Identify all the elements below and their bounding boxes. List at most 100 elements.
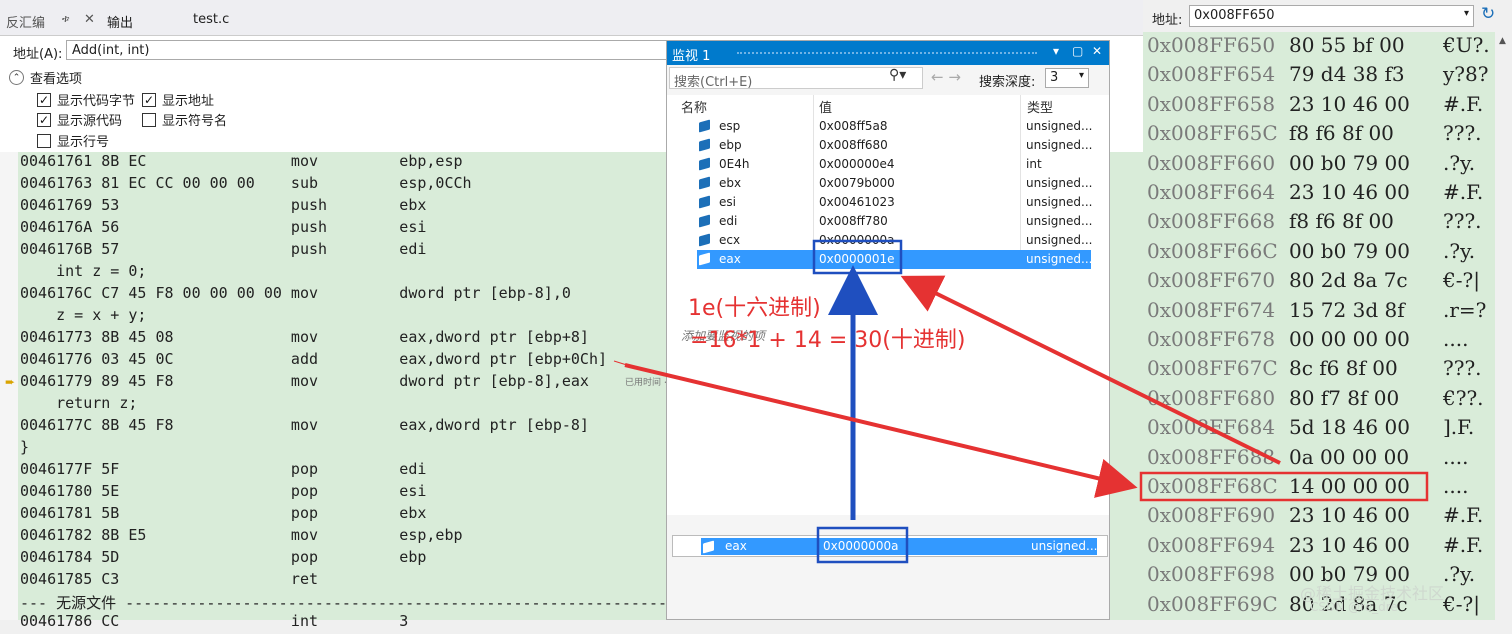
- col-name[interactable]: 名称: [681, 97, 707, 116]
- variable-icon: [699, 157, 710, 171]
- memory-row-bytes[interactable]: 23 10 46 00: [1289, 533, 1410, 557]
- code-line[interactable]: 0046176C C7 45 F8 00 00 00 00 mov dword …: [20, 284, 571, 306]
- code-line[interactable]: 0046176B 57 push edi: [20, 240, 426, 262]
- code-line[interactable]: 00461781 5B pop ebx: [20, 504, 426, 526]
- watch-row-ebx[interactable]: ebx 0x0079b000 unsigned...: [697, 174, 1092, 193]
- checkbox-code-bytes[interactable]: ✓: [37, 92, 51, 107]
- option-show-line-numbers[interactable]: 显示行号: [37, 131, 109, 150]
- memory-row-bytes[interactable]: 5d 18 46 00: [1289, 415, 1410, 439]
- back-forward-icon[interactable]: ← →: [931, 68, 961, 86]
- refresh-icon[interactable]: ↻: [1481, 4, 1495, 24]
- memory-row-bytes[interactable]: f8 f6 8f 00: [1289, 209, 1394, 233]
- checkbox-symbol-names[interactable]: [142, 112, 156, 127]
- option-show-code-bytes[interactable]: ✓ 显示代码字节: [37, 90, 135, 109]
- memory-row-bytes[interactable]: 80 55 bf 00: [1289, 33, 1405, 57]
- memory-row-bytes[interactable]: 8c f6 8f 00: [1289, 356, 1398, 380]
- source-line[interactable]: z = x + y;: [20, 306, 146, 328]
- tab-test-c[interactable]: test.c: [193, 12, 229, 27]
- code-line[interactable]: 0046176A 56 push esi: [20, 218, 426, 240]
- memory-row-bytes[interactable]: 00 b0 79 00: [1289, 151, 1410, 175]
- close-icon[interactable]: ✕: [1092, 44, 1102, 58]
- memory-row-bytes[interactable]: 15 72 3d 8f: [1289, 298, 1405, 322]
- code-line[interactable]: 00461784 5D pop ebp: [20, 548, 426, 570]
- memory-row[interactable]: 0x008FF670 80 2d 8a 7c €-?|: [1147, 268, 1492, 297]
- search-icon[interactable]: ⚲▾: [889, 67, 906, 83]
- memory-row-bytes[interactable]: 23 10 46 00: [1289, 180, 1410, 204]
- code-line[interactable]: 00461776 03 45 0C add eax,dword ptr [ebp…: [20, 350, 607, 372]
- maximize-icon[interactable]: ▢: [1072, 44, 1083, 58]
- memory-row[interactable]: 0x008FF688 0a 00 00 00....: [1147, 445, 1492, 474]
- watch-row-esp[interactable]: esp 0x008ff5a8 unsigned...: [697, 117, 1092, 136]
- memory-row[interactable]: 0x008FF66C 00 b0 79 00 .?y.: [1147, 239, 1492, 268]
- watch-row-eax[interactable]: eax 0x0000001e unsigned...: [697, 250, 1092, 269]
- watch-row-edi[interactable]: edi 0x008ff780 unsigned...: [697, 212, 1092, 231]
- watch-row-ebp[interactable]: ebp 0x008ff680 unsigned...: [697, 136, 1092, 155]
- option-show-source[interactable]: ✓ 显示源代码: [37, 110, 122, 129]
- code-line[interactable]: 00461773 8B 45 08 mov eax,dword ptr [ebp…: [20, 328, 589, 350]
- code-line[interactable]: 00461769 53 push ebx: [20, 196, 426, 218]
- option-show-symbol-names[interactable]: 显示符号名: [142, 110, 227, 129]
- memory-scrollbar[interactable]: ▲: [1495, 32, 1512, 620]
- memory-row-bytes[interactable]: 0a 00 00 00: [1289, 445, 1409, 469]
- watch-row-0e4h[interactable]: 0E4h 0x000000e4 int: [697, 155, 1091, 174]
- source-line[interactable]: }: [20, 438, 29, 460]
- search-depth-select[interactable]: 3 ▾: [1045, 68, 1089, 88]
- collapse-icon[interactable]: ⌃: [9, 70, 24, 85]
- variable-icon: [699, 195, 710, 209]
- memory-row[interactable]: 0x008FF67C 8c f6 8f 00???.: [1147, 356, 1492, 385]
- memory-row-bytes[interactable]: 80 f7 8f 00: [1289, 386, 1399, 410]
- memory-row[interactable]: 0x008FF650 80 55 bf 00 €U?.: [1147, 33, 1492, 62]
- dropdown-icon[interactable]: ▾: [1053, 44, 1059, 58]
- source-line[interactable]: return z;: [20, 394, 137, 416]
- memory-row[interactable]: 0x008FF658 23 10 46 00 #.F.: [1147, 92, 1492, 121]
- code-line[interactable]: 0046177C 8B 45 F8 mov eax,dword ptr [ebp…: [20, 416, 589, 438]
- address-input[interactable]: Add(int, int): [66, 40, 676, 60]
- checkbox-line-numbers[interactable]: [37, 133, 51, 148]
- memory-row-bytes[interactable]: 23 10 46 00: [1289, 92, 1410, 116]
- memory-row-bytes[interactable]: 23 10 46 00: [1289, 503, 1410, 527]
- memory-row-bytes[interactable]: 00 b0 79 00: [1289, 239, 1410, 263]
- memory-row[interactable]: 0x008FF690 23 10 46 00 #.F.: [1147, 503, 1492, 532]
- memory-row[interactable]: 0x008FF654 79 d4 38 f3 y?8?: [1147, 62, 1492, 91]
- code-line[interactable]: 00461786 CC int 3: [20, 612, 408, 634]
- memory-row[interactable]: 0x008FF668 f8 f6 8f 00???.: [1147, 209, 1492, 238]
- memory-row[interactable]: 0x008FF674 15 72 3d 8f .r=?: [1147, 298, 1492, 327]
- code-line[interactable]: 00461785 C3 ret: [20, 570, 318, 592]
- memory-row[interactable]: 0x008FF678 00 00 00 00....: [1147, 327, 1492, 356]
- checkbox-address[interactable]: ✓: [142, 92, 156, 107]
- tab-output[interactable]: 输出: [107, 12, 133, 31]
- memory-row[interactable]: 0x008FF664 23 10 46 00 #.F.: [1147, 180, 1492, 209]
- close-icon[interactable]: ✕: [84, 12, 95, 27]
- watch-row-ecx[interactable]: ecx 0x0000000a unsigned...: [697, 231, 1092, 250]
- watch-title-bar[interactable]: 监视 1 ▾ ▢ ✕: [667, 41, 1109, 65]
- watch-row-esi[interactable]: esi 0x00461023 unsigned...: [697, 193, 1092, 212]
- memory-address-input[interactable]: 0x008FF650 ▾: [1189, 5, 1474, 27]
- option-show-address[interactable]: ✓ 显示地址: [142, 90, 214, 109]
- watch-search-input[interactable]: 搜索(Ctrl+E): [669, 67, 923, 90]
- memory-row[interactable]: 0x008FF68C 14 00 00 00....: [1147, 474, 1492, 503]
- memory-row-bytes[interactable]: 80 2d 8a 7c: [1289, 268, 1408, 292]
- memory-row[interactable]: 0x008FF65C f8 f6 8f 00???.: [1147, 121, 1492, 150]
- memory-row-bytes[interactable]: 00 00 00 00: [1289, 327, 1410, 351]
- memory-row[interactable]: 0x008FF660 00 b0 79 00 .?y.: [1147, 151, 1492, 180]
- memory-row-bytes[interactable]: 79 d4 38 f3: [1289, 62, 1405, 86]
- code-line[interactable]: 00461780 5E pop esi: [20, 482, 426, 504]
- col-type[interactable]: 类型: [1027, 97, 1053, 116]
- col-value[interactable]: 值: [819, 97, 832, 116]
- scroll-up-icon[interactable]: ▲: [1499, 36, 1506, 46]
- memory-row[interactable]: 0x008FF694 23 10 46 00 #.F.: [1147, 533, 1492, 562]
- tab-disassembly[interactable]: 反汇编: [6, 12, 45, 31]
- code-line[interactable]: 00461763 81 EC CC 00 00 00 sub esp,0CCh: [20, 174, 472, 196]
- memory-row[interactable]: 0x008FF684 5d 18 46 00].F.: [1147, 415, 1492, 444]
- source-line[interactable]: int z = 0;: [20, 262, 146, 284]
- memory-row[interactable]: 0x008FF680 80 f7 8f 00 €??.: [1147, 386, 1492, 415]
- checkbox-source[interactable]: ✓: [37, 112, 51, 127]
- pin-icon[interactable]: ቱ: [62, 12, 69, 26]
- memory-row-bytes[interactable]: 14 00 00 00: [1289, 474, 1410, 498]
- memory-row-bytes[interactable]: f8 f6 8f 00: [1289, 121, 1394, 145]
- code-line[interactable]: 0046177F 5F pop edi: [20, 460, 426, 482]
- code-line-current[interactable]: 00461779 89 45 F8 mov dword ptr [ebp-8],…: [20, 372, 589, 394]
- code-line[interactable]: 00461761 8B EC mov ebp,esp: [20, 152, 463, 174]
- code-line[interactable]: 00461782 8B E5 mov esp,ebp: [20, 526, 463, 548]
- view-options-header[interactable]: ⌃ 查看选项: [9, 68, 82, 87]
